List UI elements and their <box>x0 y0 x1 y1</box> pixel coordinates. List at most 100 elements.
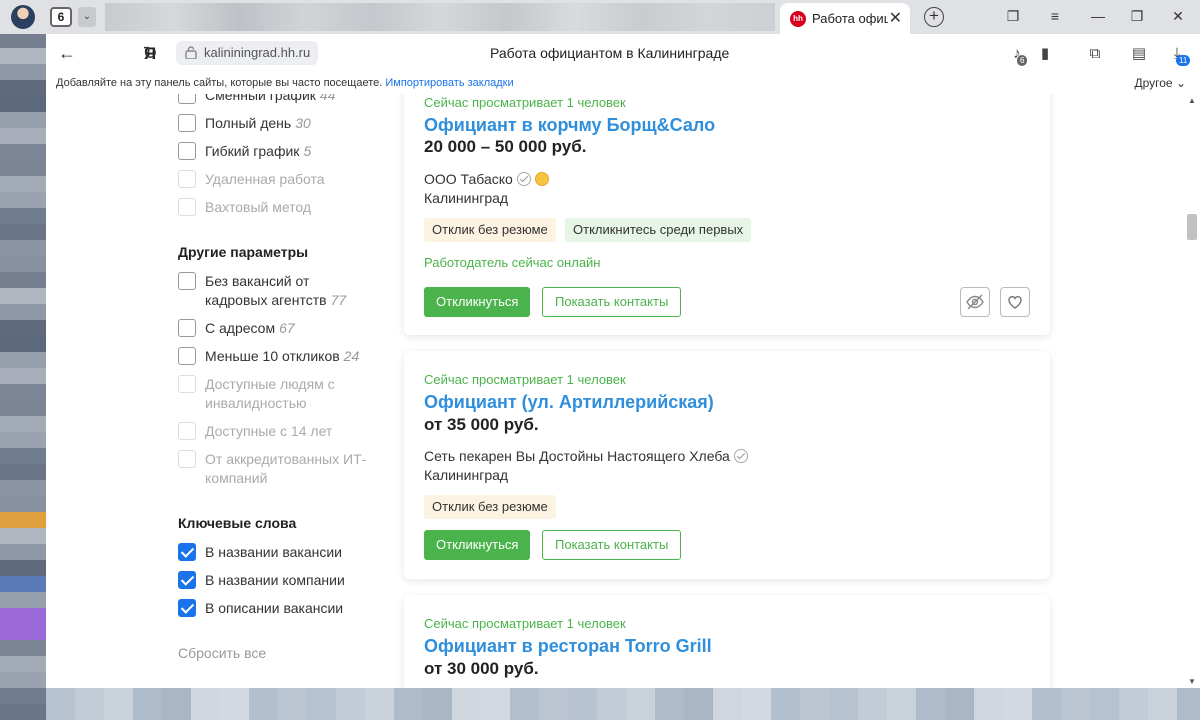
bookmarks-panel-icon[interactable]: ❐ <box>1003 6 1023 26</box>
notes-icon[interactable]: ▤ <box>1128 43 1150 65</box>
desktop-pixel-block <box>0 32 46 48</box>
filter-label: В названии вакансии <box>205 543 375 562</box>
filter-label-text: Вахтовый метод <box>205 199 312 215</box>
vacancy-title[interactable]: Официант в ресторан Torro Grill <box>424 636 712 657</box>
tab-counter[interactable]: 6 <box>50 7 72 27</box>
import-bookmarks-link[interactable]: Импортировать закладки <box>385 77 513 89</box>
checkbox-checked[interactable] <box>178 571 196 589</box>
filter-label: В описании вакансии <box>205 599 375 618</box>
restore-icon[interactable]: ❐ <box>1127 6 1147 26</box>
taskbar-pixel-block <box>249 688 278 720</box>
collections-icon[interactable]: ⧉ <box>1084 43 1106 65</box>
filter-label: С адресом 67 <box>205 319 375 338</box>
filter-option[interactable]: С адресом 67 <box>178 319 375 338</box>
desktop-pixel-block <box>0 112 46 128</box>
checkbox[interactable] <box>178 347 196 365</box>
filter-option[interactable]: Полный день 30 <box>178 114 375 133</box>
taskbar-pixel-block <box>684 688 713 720</box>
filter-label-text: Гибкий график <box>205 143 300 159</box>
filter-option[interactable]: В названии вакансии <box>178 543 375 562</box>
desktop-pixel-block <box>0 624 46 640</box>
desktop-pixel-block <box>0 144 46 160</box>
profile-avatar[interactable] <box>11 5 35 29</box>
checkbox-checked[interactable] <box>178 599 196 617</box>
minimize-icon[interactable]: — <box>1088 6 1108 26</box>
new-tab-button[interactable]: + <box>924 7 944 27</box>
company-name[interactable]: ООО Табаско <box>424 171 549 187</box>
blurred-tabs[interactable] <box>105 3 775 31</box>
checkbox[interactable] <box>178 114 196 132</box>
desktop-pixel-block <box>0 464 46 480</box>
downloads-icon[interactable]: ⤓ 11 <box>1166 43 1191 66</box>
checkbox[interactable] <box>178 272 196 290</box>
taskbar-pixel-block <box>336 688 365 720</box>
close-window-icon[interactable]: ✕ <box>1168 6 1188 26</box>
show-contacts-button[interactable]: Показать контакты <box>542 530 682 560</box>
desktop-pixel-block <box>0 80 46 96</box>
scroll-down-icon[interactable]: ▼ <box>1188 677 1196 686</box>
scroll-up-icon[interactable]: ▲ <box>1188 96 1196 105</box>
hide-vacancy-button[interactable] <box>960 287 990 317</box>
filter-option: От аккредитованных ИТ-компаний <box>178 450 375 488</box>
verified-icon <box>516 172 531 186</box>
filter-label-text: Доступные людям с инвалидностью <box>205 376 335 411</box>
close-tab-icon[interactable]: ✕ <box>889 8 902 28</box>
reset-filters-link[interactable]: Сбросить все <box>178 645 266 661</box>
filter-count: 24 <box>343 348 360 364</box>
filter-option[interactable]: Сменный график 44 <box>178 94 375 105</box>
checkbox <box>178 375 196 393</box>
vacancy-title[interactable]: Официант (ул. Артиллерийская) <box>424 392 714 413</box>
checkbox[interactable] <box>178 319 196 337</box>
desktop-pixel-block <box>0 48 46 64</box>
desktop-pixel-block <box>0 272 46 288</box>
bookmark-icon[interactable]: ▮ <box>1034 43 1056 65</box>
filter-option: Доступные с 14 лет <box>178 422 375 441</box>
desktop-pixel-block <box>0 448 46 464</box>
back-icon[interactable]: ← <box>56 43 78 64</box>
desktop-pixel-block <box>0 560 46 576</box>
scroll-thumb[interactable] <box>1187 214 1197 240</box>
desktop-pixel-block <box>0 400 46 416</box>
filter-label-text: Полный день <box>205 115 292 131</box>
filter-option[interactable]: В описании вакансии <box>178 599 375 618</box>
filter-label-text: Удаленная работа <box>205 171 325 187</box>
taskbar-pixel-block <box>365 688 394 720</box>
taskbar-pixel-block <box>597 688 626 720</box>
vacancy-title[interactable]: Официант в корчму Борщ&Сало <box>424 115 715 136</box>
section-heading: Ключевые слова <box>178 515 297 531</box>
filter-option[interactable]: В названии компании <box>178 571 375 590</box>
lock-icon[interactable] <box>185 46 197 59</box>
taskbar-pixel-block <box>510 688 539 720</box>
apply-button[interactable]: Откликнуться <box>424 287 531 317</box>
company-name[interactable]: Сеть пекарен Вы Достойны Настоящего Хлеб… <box>424 448 748 464</box>
menu-icon[interactable]: ≡ <box>1045 6 1065 26</box>
checkbox[interactable] <box>178 94 196 104</box>
bookmarks-hint-text: Добавляйте на эту панель сайты, которые … <box>56 77 383 89</box>
desktop-pixel-block <box>0 592 46 608</box>
filter-count: 5 <box>303 143 312 159</box>
desktop-pixel-block <box>0 96 46 112</box>
checkbox-checked[interactable] <box>178 543 196 561</box>
filter-label: Без вакансий от кадровых агентств 77 <box>205 272 375 310</box>
other-bookmarks-menu[interactable]: Другое ⌄ <box>1134 76 1186 90</box>
desktop-pixel-block <box>0 704 46 720</box>
extension-icon[interactable]: ♪ 6 <box>1006 43 1028 66</box>
filter-label-text: В описании вакансии <box>205 600 344 616</box>
checkbox[interactable] <box>178 142 196 160</box>
taskbar-pixel-block <box>452 688 481 720</box>
apply-button[interactable]: Откликнуться <box>424 530 531 560</box>
tabs-dropdown-button[interactable]: ⌄ <box>78 7 96 27</box>
reload-icon[interactable]: ↻ <box>139 43 161 64</box>
filter-option[interactable]: Гибкий график 5 <box>178 142 375 161</box>
desktop-pixel-block <box>0 432 46 448</box>
page-scrollbar[interactable]: ▲ ▼ <box>1184 94 1200 688</box>
active-tab[interactable]: hh Работа официа ✕ <box>780 3 910 34</box>
show-contacts-button[interactable]: Показать контакты <box>542 287 682 317</box>
employer-online-status: Работодатель сейчас онлайн <box>424 255 601 270</box>
favorite-button[interactable] <box>1000 287 1030 317</box>
filter-option[interactable]: Меньше 10 откликов 24 <box>178 347 375 366</box>
company-name-text: Сеть пекарен Вы Достойны Настоящего Хлеб… <box>424 448 730 464</box>
desktop-pixel-block <box>0 608 46 624</box>
filter-option[interactable]: Без вакансий от кадровых агентств 77 <box>178 272 375 310</box>
url-field[interactable]: kalininingrad.hh.ru <box>176 41 319 65</box>
